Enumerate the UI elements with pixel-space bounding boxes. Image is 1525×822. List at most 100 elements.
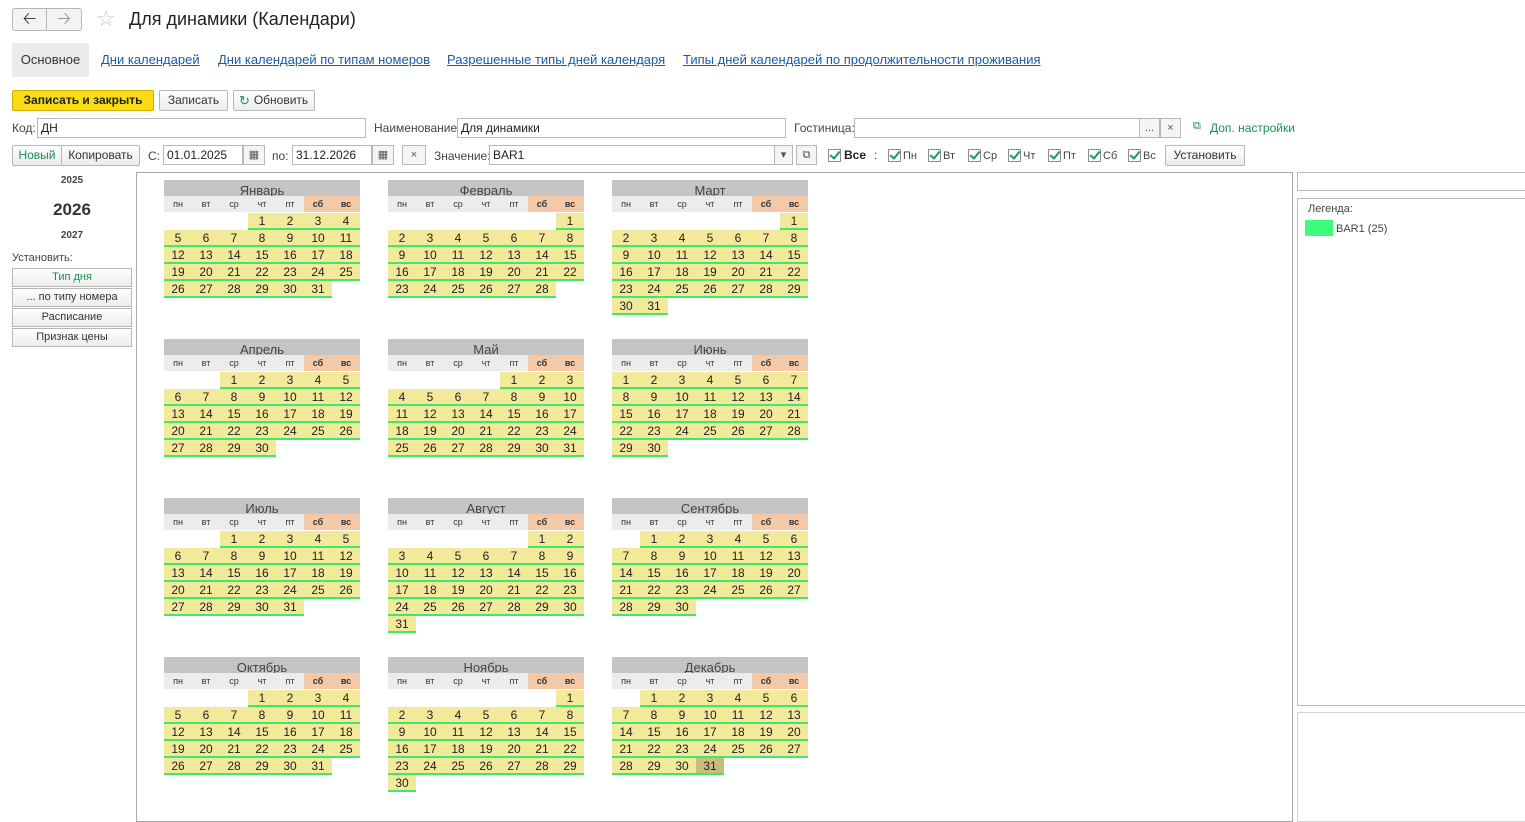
hotel-field[interactable] bbox=[854, 118, 1140, 138]
calendar-day[interactable]: 3 bbox=[416, 707, 444, 724]
calendar-day[interactable]: 2 bbox=[388, 230, 416, 247]
calendar-day[interactable]: 17 bbox=[416, 741, 444, 758]
calendar-day[interactable]: 19 bbox=[724, 406, 752, 423]
calendar-day[interactable]: 16 bbox=[388, 741, 416, 758]
calendar-day[interactable]: 2 bbox=[640, 372, 668, 389]
calendar-day[interactable]: 8 bbox=[248, 230, 276, 247]
calendar-day[interactable]: 14 bbox=[220, 247, 248, 264]
calendar-day[interactable]: 11 bbox=[388, 406, 416, 423]
calendar-day[interactable]: 25 bbox=[416, 599, 444, 616]
calendar-day[interactable]: 14 bbox=[500, 565, 528, 582]
calendar-day[interactable]: 31 bbox=[556, 440, 584, 457]
calendar-day[interactable]: 3 bbox=[276, 531, 304, 548]
calendar-day[interactable]: 25 bbox=[444, 281, 472, 298]
calendar-day[interactable]: 6 bbox=[164, 548, 192, 565]
calendar-day[interactable]: 12 bbox=[752, 707, 780, 724]
calendar-day[interactable]: 19 bbox=[164, 741, 192, 758]
calendar-day[interactable]: 10 bbox=[696, 548, 724, 565]
calendar-day[interactable]: 26 bbox=[472, 758, 500, 775]
calendar-day[interactable]: 17 bbox=[696, 724, 724, 741]
calendar-day[interactable]: 13 bbox=[780, 707, 808, 724]
calendar-day[interactable]: 11 bbox=[724, 548, 752, 565]
calendar-day[interactable]: 29 bbox=[248, 281, 276, 298]
calendar-day[interactable]: 15 bbox=[780, 247, 808, 264]
calendar-day[interactable]: 4 bbox=[724, 531, 752, 548]
calendar-day[interactable]: 19 bbox=[332, 565, 360, 582]
calendar-day[interactable]: 23 bbox=[612, 281, 640, 298]
calendar-day[interactable]: 26 bbox=[752, 582, 780, 599]
calendar-day[interactable]: 9 bbox=[668, 707, 696, 724]
calendar-day[interactable]: 23 bbox=[276, 741, 304, 758]
checkbox-wed[interactable] bbox=[968, 149, 981, 162]
calendar-day[interactable]: 16 bbox=[276, 247, 304, 264]
calendar-day[interactable]: 3 bbox=[668, 372, 696, 389]
calendar-day[interactable]: 13 bbox=[724, 247, 752, 264]
calendar-day[interactable]: 31 bbox=[696, 758, 724, 775]
save-and-close-button[interactable]: Записать и закрыть bbox=[12, 90, 154, 111]
calendar-day[interactable]: 5 bbox=[416, 389, 444, 406]
calendar-day[interactable]: 24 bbox=[304, 264, 332, 281]
calendar-day[interactable]: 1 bbox=[780, 213, 808, 230]
calendar-day[interactable]: 5 bbox=[164, 707, 192, 724]
calendar-day[interactable]: 1 bbox=[528, 531, 556, 548]
calendar-day[interactable]: 8 bbox=[780, 230, 808, 247]
calendar-day[interactable]: 21 bbox=[528, 264, 556, 281]
date-from-picker[interactable]: ▦ bbox=[243, 145, 265, 165]
calendar-day[interactable]: 10 bbox=[416, 247, 444, 264]
calendar-day[interactable]: 24 bbox=[640, 281, 668, 298]
calendar-day[interactable]: 13 bbox=[752, 389, 780, 406]
calendar-day[interactable]: 4 bbox=[304, 372, 332, 389]
calendar-day[interactable]: 7 bbox=[528, 707, 556, 724]
calendar-day[interactable]: 11 bbox=[416, 565, 444, 582]
calendar-day[interactable]: 2 bbox=[556, 531, 584, 548]
value-field[interactable]: BAR1 bbox=[489, 145, 775, 165]
name-field[interactable]: Для динамики bbox=[457, 118, 786, 138]
set-price-flag-button[interactable]: Признак цены bbox=[12, 328, 132, 347]
calendar-day[interactable]: 5 bbox=[696, 230, 724, 247]
calendar-day[interactable]: 28 bbox=[472, 440, 500, 457]
calendar-day[interactable]: 22 bbox=[556, 741, 584, 758]
calendar-day[interactable]: 30 bbox=[276, 758, 304, 775]
calendar-day[interactable]: 28 bbox=[528, 281, 556, 298]
calendar-day[interactable]: 3 bbox=[304, 690, 332, 707]
calendar-day[interactable]: 8 bbox=[556, 707, 584, 724]
calendar-day[interactable]: 13 bbox=[780, 548, 808, 565]
date-from-field[interactable]: 01.01.2025 bbox=[163, 145, 243, 165]
calendar-day[interactable]: 16 bbox=[668, 724, 696, 741]
calendar-day[interactable]: 12 bbox=[332, 548, 360, 565]
calendar-day[interactable]: 15 bbox=[556, 724, 584, 741]
calendar-day[interactable]: 11 bbox=[332, 707, 360, 724]
calendar-day[interactable]: 16 bbox=[668, 565, 696, 582]
set-day-type-button[interactable]: Тип дня bbox=[12, 268, 132, 287]
calendar-day[interactable]: 30 bbox=[612, 298, 640, 315]
calendar-day[interactable]: 31 bbox=[388, 616, 416, 633]
calendar-day[interactable]: 10 bbox=[276, 548, 304, 565]
checkbox-sun[interactable] bbox=[1128, 149, 1141, 162]
calendar-day[interactable]: 29 bbox=[612, 440, 640, 457]
calendar-day[interactable]: 22 bbox=[248, 264, 276, 281]
calendar-day[interactable]: 26 bbox=[332, 423, 360, 440]
calendar-day[interactable]: 9 bbox=[248, 548, 276, 565]
calendar-day[interactable]: 30 bbox=[388, 775, 416, 792]
calendar-day[interactable]: 24 bbox=[696, 741, 724, 758]
calendar-day[interactable]: 8 bbox=[612, 389, 640, 406]
calendar-day[interactable]: 22 bbox=[780, 264, 808, 281]
calendar-day[interactable]: 23 bbox=[556, 582, 584, 599]
calendar-day[interactable]: 10 bbox=[416, 724, 444, 741]
calendar-day[interactable]: 14 bbox=[612, 565, 640, 582]
calendar-day[interactable]: 5 bbox=[332, 531, 360, 548]
calendar-day[interactable]: 12 bbox=[164, 724, 192, 741]
calendar-day[interactable]: 5 bbox=[332, 372, 360, 389]
calendar-day[interactable]: 9 bbox=[528, 389, 556, 406]
calendar-day[interactable]: 20 bbox=[724, 264, 752, 281]
calendar-day[interactable]: 1 bbox=[612, 372, 640, 389]
date-to-picker[interactable]: ▦ bbox=[372, 145, 394, 165]
calendar-day[interactable]: 16 bbox=[612, 264, 640, 281]
calendar-day[interactable]: 28 bbox=[612, 758, 640, 775]
calendar-day[interactable]: 20 bbox=[780, 565, 808, 582]
calendar-day[interactable]: 9 bbox=[640, 389, 668, 406]
calendar-day[interactable]: 8 bbox=[248, 707, 276, 724]
calendar-day[interactable]: 15 bbox=[556, 247, 584, 264]
calendar-day[interactable]: 26 bbox=[332, 582, 360, 599]
calendar-day[interactable]: 21 bbox=[192, 423, 220, 440]
